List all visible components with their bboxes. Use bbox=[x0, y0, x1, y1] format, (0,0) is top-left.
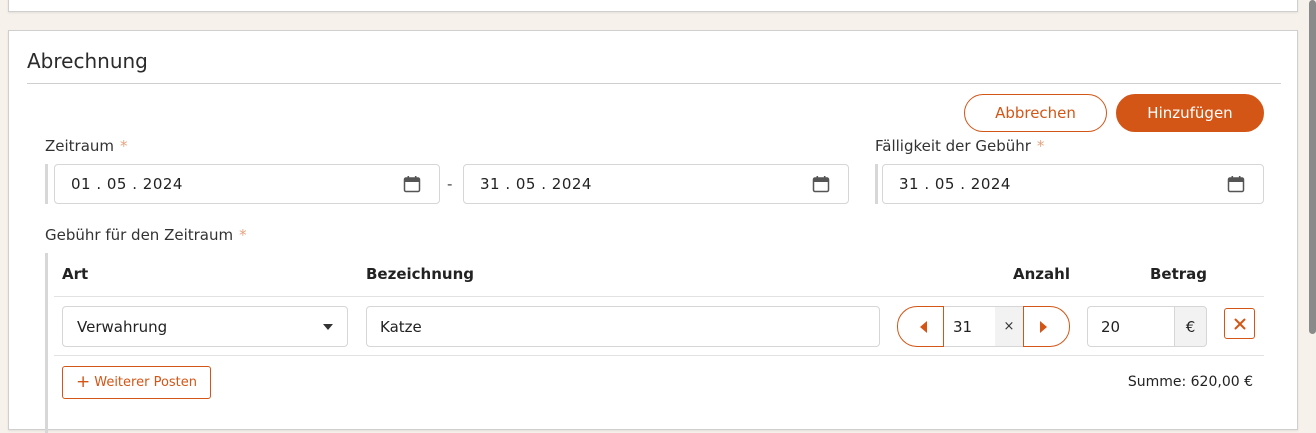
period-label-text: Zeitraum bbox=[45, 137, 115, 155]
header-divider bbox=[54, 296, 1264, 297]
due-date-input[interactable]: 31 . 05 . 2024 bbox=[882, 164, 1264, 204]
column-header-bezeichnung: Bezeichnung bbox=[366, 265, 474, 283]
multiply-sign: × bbox=[995, 306, 1023, 347]
art-select-value: Verwahrung bbox=[77, 317, 168, 336]
bezeichnung-input[interactable]: Katze bbox=[366, 306, 880, 347]
due-indicator-bar bbox=[875, 164, 878, 204]
due-label-text: Fälligkeit der Gebühr bbox=[875, 137, 1031, 155]
title-divider bbox=[27, 83, 1281, 84]
art-select[interactable]: Verwahrung bbox=[62, 306, 348, 347]
period-indicator-bar bbox=[45, 164, 48, 204]
amount-input[interactable]: 20 bbox=[1087, 306, 1174, 347]
triangle-left-icon bbox=[920, 320, 927, 333]
required-mark: * bbox=[1036, 137, 1045, 155]
increment-button[interactable] bbox=[1023, 306, 1070, 347]
period-from-value: 01 . 05 . 2024 bbox=[71, 175, 183, 193]
bezeichnung-value: Katze bbox=[380, 317, 422, 336]
calendar-icon[interactable] bbox=[1227, 175, 1245, 193]
column-header-art: Art bbox=[62, 265, 89, 283]
fee-label-text: Gebühr für den Zeitraum bbox=[45, 226, 234, 244]
fee-label: Gebühr für den Zeitraum * bbox=[45, 226, 247, 244]
due-date-value: 31 . 05 . 2024 bbox=[899, 175, 1011, 193]
currency-addon: € bbox=[1174, 306, 1207, 347]
calendar-icon[interactable] bbox=[403, 175, 421, 193]
add-item-button[interactable]: + Weiterer Posten bbox=[62, 366, 211, 399]
calendar-icon[interactable] bbox=[812, 175, 830, 193]
quantity-stepper: 31 × bbox=[897, 306, 1070, 347]
close-icon bbox=[1234, 318, 1245, 329]
sum-total: Summe: 620,00 € bbox=[1127, 374, 1253, 390]
period-to-value: 31 . 05 . 2024 bbox=[480, 175, 592, 193]
amount-group: 20 € bbox=[1087, 306, 1207, 347]
cancel-button[interactable]: Abbrechen bbox=[964, 94, 1107, 132]
required-mark: * bbox=[120, 137, 128, 155]
section-title: Abrechnung bbox=[27, 49, 148, 73]
triangle-right-icon bbox=[1040, 320, 1047, 333]
decrement-button[interactable] bbox=[897, 306, 944, 347]
period-label: Zeitraum * bbox=[45, 137, 128, 155]
period-to-input[interactable]: 31 . 05 . 2024 bbox=[463, 164, 849, 204]
previous-card bbox=[8, 0, 1298, 12]
period-from-input[interactable]: 01 . 05 . 2024 bbox=[54, 164, 440, 204]
add-item-label: Weiterer Posten bbox=[94, 375, 198, 390]
scrollbar-thumb[interactable] bbox=[1309, 0, 1316, 334]
row-divider bbox=[54, 355, 1264, 356]
due-label: Fälligkeit der Gebühr * bbox=[875, 137, 1044, 155]
column-header-betrag: Betrag bbox=[1150, 265, 1208, 283]
column-header-anzahl: Anzahl bbox=[1013, 265, 1070, 283]
add-button[interactable]: Hinzufügen bbox=[1116, 94, 1264, 132]
quantity-input[interactable]: 31 bbox=[944, 306, 995, 347]
remove-row-button[interactable] bbox=[1224, 308, 1255, 339]
period-separator: - bbox=[447, 175, 453, 193]
required-mark: * bbox=[239, 226, 247, 244]
billing-card: Abrechnung Abbrechen Hinzufügen Zeitraum… bbox=[8, 30, 1298, 433]
fee-indicator-bar bbox=[45, 253, 48, 433]
chevron-down-icon bbox=[323, 324, 333, 330]
plus-icon: + bbox=[75, 372, 91, 392]
